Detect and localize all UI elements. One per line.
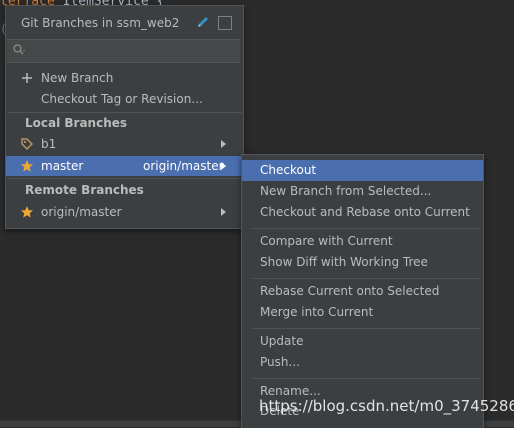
submenu-arrow-icon <box>221 208 226 216</box>
menu-separator <box>252 278 480 279</box>
star-icon <box>21 206 33 218</box>
branch-search-field[interactable] <box>7 39 240 63</box>
menu-item-checkout-and-rebase[interactable]: Checkout and Rebase onto Current <box>242 202 483 223</box>
restore-window-icon[interactable] <box>218 16 232 30</box>
submenu-arrow-icon <box>221 162 226 170</box>
menu-item-new-branch-from-selected[interactable]: New Branch from Selected... <box>242 181 483 202</box>
branch-actions-submenu: Checkout New Branch from Selected... Che… <box>241 154 484 428</box>
menu-item-label: Update <box>260 334 304 348</box>
tag-icon <box>21 138 33 150</box>
menu-item-checkout[interactable]: Checkout <box>242 160 483 181</box>
menu-item-compare-with-current[interactable]: Compare with Current <box>242 231 483 252</box>
checkout-tag-label: Checkout Tag or Revision... <box>41 92 203 106</box>
watermark: https://blog.csdn.net/m0_37452861 <box>259 397 514 415</box>
menu-item-label: Show Diff with Working Tree <box>260 255 428 269</box>
menu-item-rebase-current[interactable]: Rebase Current onto Selected <box>242 281 483 302</box>
menu-item-label: Checkout <box>260 163 317 177</box>
tracking-branch: origin/master <box>143 159 224 173</box>
popup-title-bar: Git Branches in ssm_web2 <box>6 6 243 39</box>
local-branches-header: Local Branches <box>25 116 128 130</box>
branch-item-master[interactable]: master origin/master <box>6 156 243 176</box>
separator <box>7 178 242 179</box>
new-branch-label: New Branch <box>41 71 114 85</box>
menu-separator <box>252 328 480 329</box>
menu-item-push[interactable]: Push... <box>242 352 483 373</box>
edit-pencil-icon[interactable] <box>196 15 210 29</box>
branch-name: master <box>41 159 84 173</box>
separator <box>7 112 242 113</box>
menu-item-merge-into-current[interactable]: Merge into Current <box>242 302 483 323</box>
menu-item-label: Push... <box>260 355 300 369</box>
checkout-tag-item[interactable]: Checkout Tag or Revision... <box>6 89 243 109</box>
branch-item-b1[interactable]: b1 <box>6 134 243 154</box>
menu-separator <box>252 378 480 379</box>
submenu-arrow-icon <box>221 140 226 148</box>
menu-item-show-diff[interactable]: Show Diff with Working Tree <box>242 252 483 273</box>
menu-item-label: Checkout and Rebase onto Current <box>260 205 470 219</box>
menu-item-update[interactable]: Update <box>242 331 483 352</box>
star-icon <box>21 160 33 172</box>
menu-item-label: Rebase Current onto Selected <box>260 284 440 298</box>
branch-name: origin/master <box>41 205 122 219</box>
menu-item-label: New Branch from Selected... <box>260 184 432 198</box>
git-branches-popup: Git Branches in ssm_web2 New Branch Chec… <box>5 5 244 229</box>
popup-title: Git Branches in ssm_web2 <box>21 16 180 30</box>
remote-branches-header: Remote Branches <box>25 183 144 197</box>
menu-item-label: Compare with Current <box>260 234 393 248</box>
search-icon <box>13 44 25 55</box>
branch-name: b1 <box>41 137 57 151</box>
branch-item-origin-master[interactable]: origin/master <box>6 202 243 222</box>
new-branch-item[interactable]: New Branch <box>6 68 243 88</box>
menu-item-label: Merge into Current <box>260 305 374 319</box>
menu-separator <box>252 228 480 229</box>
plus-icon <box>22 73 32 83</box>
